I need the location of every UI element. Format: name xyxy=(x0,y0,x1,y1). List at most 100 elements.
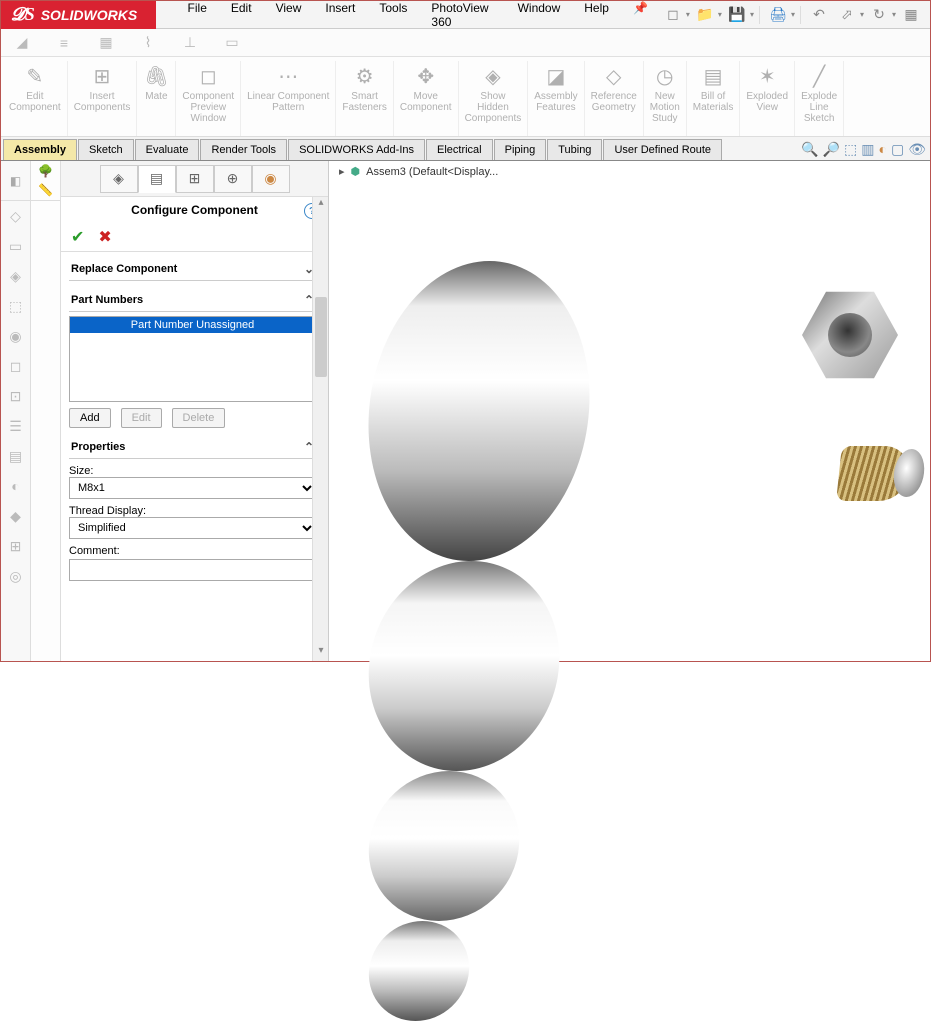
scroll-thumb[interactable] xyxy=(315,297,327,377)
ok-button[interactable]: ✔ xyxy=(71,227,84,247)
rib-reference-geometry[interactable]: ◇Reference Geometry xyxy=(585,61,644,136)
undo-icon[interactable]: ↶ xyxy=(806,4,832,26)
tool-lines-icon[interactable]: ≡ xyxy=(53,32,75,54)
tool-section-icon[interactable]: ▭ xyxy=(221,32,243,54)
tool-edges-icon[interactable]: ◢ xyxy=(11,32,33,54)
rib-edit-component[interactable]: ✎Edit Component xyxy=(3,61,68,136)
section-part-numbers[interactable]: Part Numbers⌃ xyxy=(69,289,316,312)
rail-btn-4[interactable]: ⬚ xyxy=(1,291,30,321)
comment-label: Comment: xyxy=(69,545,316,557)
panel-tab-config-icon[interactable]: ⊞ xyxy=(176,165,214,193)
rib-component-preview[interactable]: ◻Component Preview Window xyxy=(176,61,241,136)
tab-tubing[interactable]: Tubing xyxy=(547,139,602,160)
rail-btn-2[interactable]: ▭ xyxy=(1,231,30,261)
cancel-button[interactable]: ✖ xyxy=(98,227,111,247)
rail-btn-11[interactable]: ◆ xyxy=(1,501,30,531)
rail-btn-13[interactable]: ◎ xyxy=(1,561,30,591)
rib-insert-components[interactable]: ⊞Insert Components xyxy=(68,61,138,136)
select-icon[interactable]: ⬀ xyxy=(834,4,860,26)
rib-new-motion-study[interactable]: ◷New Motion Study xyxy=(644,61,687,136)
rib-mate[interactable]: 🖇Mate xyxy=(137,61,176,136)
rib-exploded-view[interactable]: ✶Exploded View xyxy=(740,61,795,136)
tab-sketch[interactable]: Sketch xyxy=(78,139,134,160)
print-icon[interactable]: 🖨 xyxy=(765,4,791,26)
rib-move-component[interactable]: ✥Move Component xyxy=(394,61,459,136)
menu-view[interactable]: View xyxy=(264,0,314,33)
menu-window[interactable]: Window xyxy=(506,0,573,33)
panel-scrollbar[interactable]: ▴ ▾ xyxy=(312,197,328,661)
rail2-tree-icon[interactable]: 🌳 xyxy=(38,164,53,178)
comment-input[interactable] xyxy=(69,559,316,581)
part-number-item[interactable]: Part Number Unassigned xyxy=(70,317,315,333)
tab-electrical[interactable]: Electrical xyxy=(426,139,493,160)
open-icon[interactable]: 📁 xyxy=(692,4,718,26)
rib-bom[interactable]: ▤Bill of Materials xyxy=(687,61,741,136)
menu-tools[interactable]: Tools xyxy=(367,0,419,33)
thread-display-label: Thread Display: xyxy=(69,505,316,517)
rail-btn-10[interactable]: ◐ xyxy=(1,471,30,501)
rail-btn-9[interactable]: ▤ xyxy=(1,441,30,471)
rib-assembly-features[interactable]: ◪Assembly Features xyxy=(528,61,584,136)
breadcrumb-item[interactable]: Assem3 (Default<Display... xyxy=(366,166,498,178)
tab-assembly[interactable]: Assembly xyxy=(3,139,77,160)
tool-grid-icon[interactable]: ▦ xyxy=(95,32,117,54)
rail2-ruler-icon[interactable]: 📏 xyxy=(38,183,53,197)
tool-dim-icon[interactable]: ⊥ xyxy=(179,32,201,54)
rail-btn-7[interactable]: ⊡ xyxy=(1,381,30,411)
rail-btn-5[interactable]: ◉ xyxy=(1,321,30,351)
rail-btn-8[interactable]: ☰ xyxy=(1,411,30,441)
section-properties[interactable]: Properties⌃ xyxy=(69,436,316,459)
tab-udr[interactable]: User Defined Route xyxy=(603,139,722,160)
menu-help[interactable]: Help xyxy=(572,0,621,33)
orient-icon[interactable]: ⬚ xyxy=(844,141,857,158)
save-icon[interactable]: 💾 xyxy=(724,4,750,26)
rail-btn-6[interactable]: ◻ xyxy=(1,351,30,381)
zoom-area-icon[interactable]: 🔎 xyxy=(823,141,840,158)
scene-icon[interactable]: ▢ xyxy=(891,141,904,158)
menu-edit[interactable]: Edit xyxy=(219,0,264,33)
section-view-icon[interactable]: ◐ xyxy=(879,141,887,157)
edit-button: Edit xyxy=(121,408,162,428)
rail-btn-3[interactable]: ◈ xyxy=(1,261,30,291)
zoom-fit-icon[interactable]: 🔍 xyxy=(801,141,818,158)
rib-linear-pattern[interactable]: ⋯Linear Component Pattern xyxy=(241,61,336,136)
tab-piping[interactable]: Piping xyxy=(494,139,547,160)
panel-tab-dim-icon[interactable]: ⊕ xyxy=(214,165,252,193)
scroll-down-icon[interactable]: ▾ xyxy=(313,645,329,661)
rib-explode-line-sketch[interactable]: ╱Explode Line Sketch xyxy=(795,61,844,136)
scroll-up-icon[interactable]: ▴ xyxy=(313,197,329,213)
size-select[interactable]: M8x1 xyxy=(69,477,316,499)
rail-flyout-icon[interactable]: ◧ xyxy=(10,174,21,188)
rail-btn-1[interactable]: ◇ xyxy=(1,201,30,231)
add-button[interactable]: Add xyxy=(69,408,111,428)
menu-photoview[interactable]: PhotoView 360 xyxy=(419,0,505,33)
panel-tab-feature-icon[interactable]: ◈ xyxy=(100,165,138,193)
part-number-list[interactable]: Part Number Unassigned xyxy=(69,316,316,402)
tab-addins[interactable]: SOLIDWORKS Add-Ins xyxy=(288,139,425,160)
thread-display-select[interactable]: Simplified xyxy=(69,517,316,539)
new-icon[interactable]: ◻ xyxy=(660,4,686,26)
model-bolt[interactable] xyxy=(790,281,910,401)
tab-evaluate[interactable]: Evaluate xyxy=(135,139,200,160)
assembly-icon: ⬢ xyxy=(351,165,361,178)
breadcrumb-expand-icon[interactable]: ▸ xyxy=(339,165,345,178)
rail-btn-12[interactable]: ⊞ xyxy=(1,531,30,561)
section-replace-component[interactable]: Replace Component⌄ xyxy=(69,258,316,281)
menu-insert[interactable]: Insert xyxy=(313,0,367,33)
pin-icon[interactable]: 📌 xyxy=(621,0,660,33)
app-logo: 𝓓S SOLIDWORKS xyxy=(1,1,156,29)
rib-show-hidden[interactable]: ◈Show Hidden Components xyxy=(459,61,529,136)
tool-sketch-icon[interactable]: ⌇ xyxy=(137,32,159,54)
tab-render-tools[interactable]: Render Tools xyxy=(200,139,287,160)
size-label: Size: xyxy=(69,465,316,477)
options-icon[interactable]: ▦ xyxy=(898,4,924,26)
panel-tab-appearance-icon[interactable]: ◉ xyxy=(252,165,290,193)
menu-file[interactable]: File xyxy=(176,0,219,33)
rib-smart-fasteners[interactable]: ⚙Smart Fasteners xyxy=(336,61,393,136)
panel-title: Configure Component xyxy=(131,203,258,217)
rebuild-icon[interactable]: ↻ xyxy=(866,4,892,26)
display-style-icon[interactable]: ▥ xyxy=(861,141,874,158)
3d-viewport[interactable]: ▸ ⬢ Assem3 (Default<Display... Size: M8x… xyxy=(329,161,930,661)
visibility-icon[interactable]: 👁 xyxy=(908,141,926,158)
panel-tab-property-icon[interactable]: ▤ xyxy=(138,165,176,193)
